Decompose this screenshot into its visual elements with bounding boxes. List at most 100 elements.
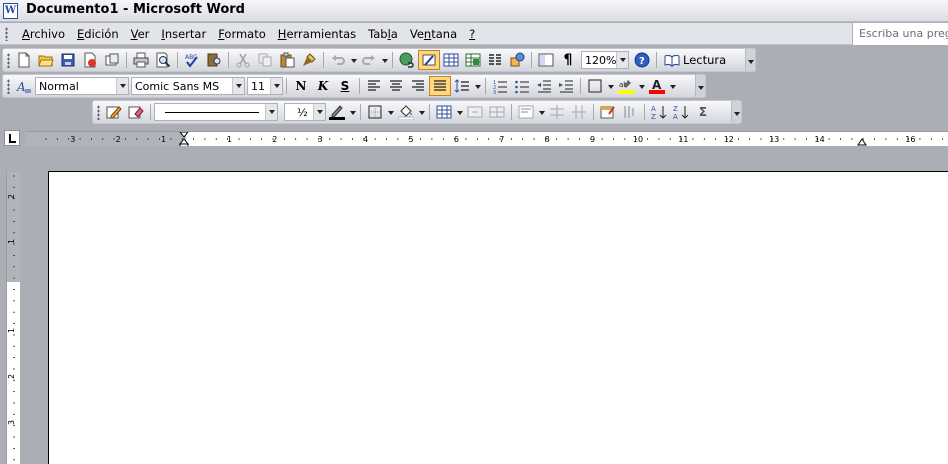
permission-button[interactable] bbox=[79, 50, 101, 70]
styles-formatting-button[interactable]: A bbox=[13, 76, 35, 96]
toolbar-options-chevron[interactable] bbox=[745, 49, 755, 71]
tab-stop-selector[interactable] bbox=[4, 130, 20, 146]
chevron-down-icon[interactable] bbox=[616, 52, 628, 68]
help-search-input[interactable]: Escriba una pregunta bbox=[852, 23, 948, 45]
menu-item-help[interactable]: ? bbox=[463, 27, 481, 41]
numbering-button[interactable]: 123 bbox=[489, 76, 511, 96]
distribute-columns-button[interactable] bbox=[568, 102, 590, 122]
spelling-button[interactable]: ABC bbox=[181, 50, 203, 70]
document-page[interactable] bbox=[48, 171, 948, 464]
italic-button[interactable]: K bbox=[312, 76, 334, 96]
style-select[interactable]: Normal bbox=[35, 77, 129, 95]
indent-marker-icon[interactable] bbox=[178, 132, 190, 146]
redo-button[interactable] bbox=[358, 50, 380, 70]
distribute-rows-button[interactable] bbox=[546, 102, 568, 122]
menu-item-insertar[interactable]: Insertar bbox=[155, 27, 212, 41]
chevron-down-icon[interactable] bbox=[270, 78, 282, 94]
menu-item-ver[interactable]: Ver bbox=[125, 27, 156, 41]
research-button[interactable] bbox=[203, 50, 225, 70]
bold-button[interactable]: N bbox=[290, 76, 312, 96]
zoom-select[interactable]: 120% bbox=[581, 51, 629, 69]
drawing-button[interactable] bbox=[506, 50, 528, 70]
cell-alignment-button[interactable] bbox=[515, 102, 537, 122]
word-doc-icon[interactable]: W bbox=[3, 3, 18, 19]
sort-descending-button[interactable]: ZA bbox=[670, 102, 692, 122]
align-left-button[interactable] bbox=[363, 76, 385, 96]
autosum-button[interactable]: Σ bbox=[692, 102, 714, 122]
line-weight-select[interactable]: ½ bbox=[284, 103, 326, 121]
help-button[interactable]: ? bbox=[631, 50, 653, 70]
toolbar-grip[interactable] bbox=[7, 79, 10, 94]
line-spacing-button[interactable] bbox=[451, 76, 473, 96]
save-button[interactable] bbox=[57, 50, 79, 70]
format-painter-button[interactable] bbox=[298, 50, 320, 70]
cut-button[interactable] bbox=[232, 50, 254, 70]
menu-item-edición[interactable]: Edición bbox=[71, 27, 125, 41]
toolbar-grip[interactable] bbox=[7, 53, 10, 68]
paste-button[interactable] bbox=[276, 50, 298, 70]
print-preview-button[interactable] bbox=[152, 50, 174, 70]
font-color-button[interactable]: A bbox=[646, 76, 668, 96]
line-style-select[interactable] bbox=[154, 103, 278, 121]
cell-alignment-dropdown[interactable] bbox=[537, 102, 546, 122]
document-map-button[interactable] bbox=[535, 50, 557, 70]
email-button[interactable] bbox=[101, 50, 123, 70]
justify-button[interactable] bbox=[429, 76, 451, 96]
decrease-indent-button[interactable] bbox=[533, 76, 555, 96]
undo-button[interactable] bbox=[327, 50, 349, 70]
chevron-down-icon[interactable] bbox=[116, 78, 128, 94]
chevron-down-icon[interactable] bbox=[265, 104, 277, 120]
menu-item-ventana[interactable]: Ventana bbox=[404, 27, 463, 41]
redo-dropdown[interactable] bbox=[380, 50, 389, 70]
eraser-button[interactable] bbox=[125, 102, 147, 122]
menu-item-formato[interactable]: Formato bbox=[212, 27, 272, 41]
toolbar-options-chevron[interactable] bbox=[731, 101, 741, 123]
borders-dropdown[interactable] bbox=[606, 76, 615, 96]
columns-button[interactable] bbox=[484, 50, 506, 70]
sort-ascending-button[interactable]: AZ bbox=[648, 102, 670, 122]
menu-item-herramientas[interactable]: Herramientas bbox=[272, 27, 362, 41]
show-hide-button[interactable]: ¶ bbox=[557, 50, 579, 70]
draw-table-button[interactable] bbox=[103, 102, 125, 122]
increase-indent-button[interactable] bbox=[555, 76, 577, 96]
border-color-dropdown[interactable] bbox=[348, 102, 357, 122]
table-autoformat-button[interactable] bbox=[597, 102, 619, 122]
underline-button[interactable]: S bbox=[334, 76, 356, 96]
open-button[interactable] bbox=[35, 50, 57, 70]
menu-item-tabla[interactable]: Tabla bbox=[362, 27, 404, 41]
split-cells-button[interactable] bbox=[486, 102, 508, 122]
outside-border-button[interactable] bbox=[364, 102, 386, 122]
highlight-button[interactable]: ab bbox=[615, 76, 637, 96]
read-mode-button[interactable]: Lectura bbox=[660, 52, 730, 68]
highlight-dropdown[interactable] bbox=[637, 76, 646, 96]
bullets-button[interactable] bbox=[511, 76, 533, 96]
menu-grip[interactable] bbox=[5, 27, 8, 41]
line-spacing-dropdown[interactable] bbox=[473, 76, 482, 96]
toolbar-options-chevron[interactable] bbox=[695, 75, 705, 97]
insert-table-button[interactable] bbox=[440, 50, 462, 70]
border-color-button[interactable] bbox=[326, 102, 348, 122]
align-center-button[interactable] bbox=[385, 76, 407, 96]
merge-cells-button[interactable] bbox=[464, 102, 486, 122]
borders-button[interactable] bbox=[584, 76, 606, 96]
font-color-dropdown[interactable] bbox=[668, 76, 677, 96]
outside-border-dropdown[interactable] bbox=[386, 102, 395, 122]
align-right-button[interactable] bbox=[407, 76, 429, 96]
chevron-down-icon[interactable] bbox=[232, 78, 244, 94]
font-select[interactable]: Comic Sans MS bbox=[131, 77, 245, 95]
new-document-button[interactable] bbox=[13, 50, 35, 70]
shading-dropdown[interactable] bbox=[417, 102, 426, 122]
right-indent-marker-icon[interactable] bbox=[857, 138, 867, 146]
toolbar-grip[interactable] bbox=[97, 105, 100, 120]
hyperlink-button[interactable] bbox=[396, 50, 418, 70]
vertical-ruler[interactable]: 2 1 1 2 3 bbox=[6, 172, 20, 464]
font-size-select[interactable]: 11 bbox=[247, 77, 283, 95]
menu-item-archivo[interactable]: Archivo bbox=[16, 27, 71, 41]
chevron-down-icon[interactable] bbox=[313, 104, 325, 120]
insert-excel-button[interactable] bbox=[462, 50, 484, 70]
text-direction-button[interactable] bbox=[619, 102, 641, 122]
copy-button[interactable] bbox=[254, 50, 276, 70]
tables-borders-button[interactable] bbox=[418, 50, 440, 70]
insert-table-tb-button[interactable] bbox=[433, 102, 455, 122]
insert-table-dropdown[interactable] bbox=[455, 102, 464, 122]
